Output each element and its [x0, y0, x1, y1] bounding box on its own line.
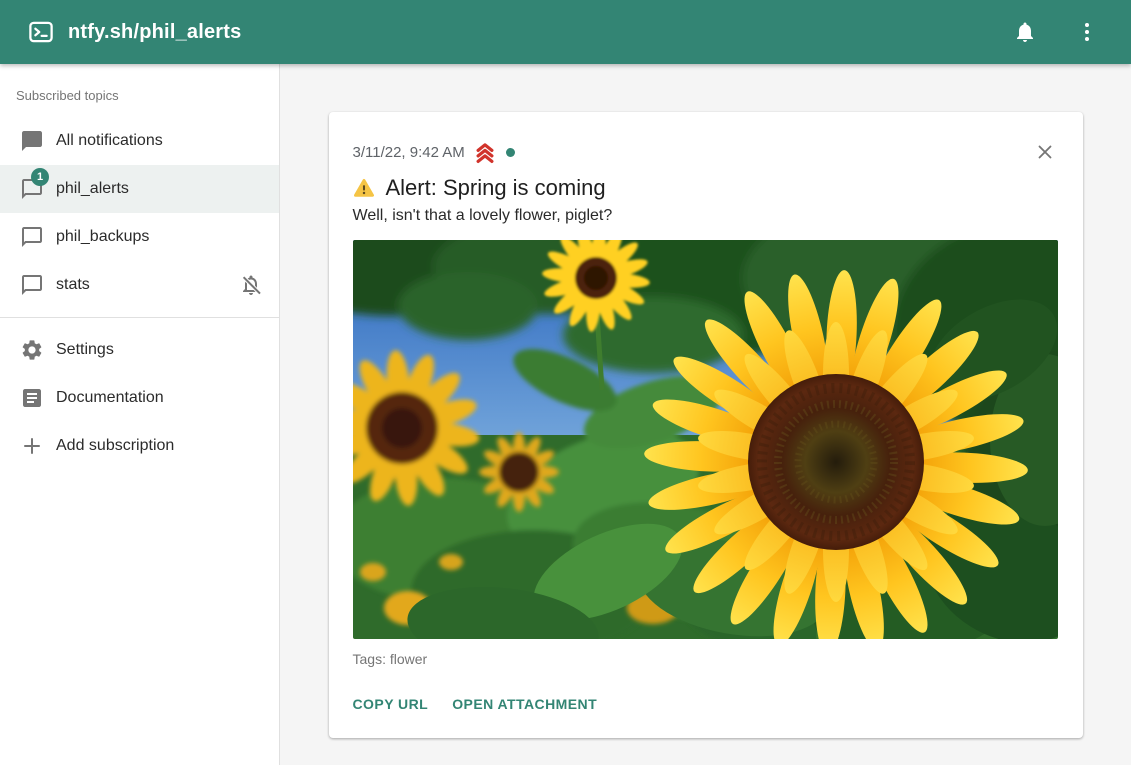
- notification-timestamp: 3/11/22, 9:42 AM: [353, 144, 465, 161]
- chat-bubble-outline-icon: [20, 273, 44, 297]
- notification-header: 3/11/22, 9:42 AM: [353, 138, 1059, 166]
- appbar-actions: [1007, 14, 1105, 50]
- article-icon: [20, 386, 44, 410]
- sidebar-item-all-notifications[interactable]: All notifications: [0, 117, 279, 165]
- notification-title-row: Alert: Spring is coming: [353, 175, 1059, 201]
- sidebar-item-label: phil_alerts: [56, 180, 129, 198]
- sidebar-item-label: Documentation: [56, 389, 164, 407]
- sidebar-item-settings[interactable]: Settings: [0, 326, 279, 374]
- close-icon: [1034, 141, 1056, 163]
- plus-icon: [20, 434, 44, 458]
- app-bar: ntfy.sh/phil_alerts: [0, 0, 1131, 64]
- chat-bubble-filled-icon: [20, 129, 44, 153]
- bell-icon: [1013, 20, 1037, 44]
- kebab-menu-icon: [1075, 20, 1099, 44]
- notification-tags: Tags: flower: [353, 651, 1059, 667]
- notification-actions: COPY URL OPEN ATTACHMENT: [353, 688, 1059, 720]
- notification-title: Alert: Spring is coming: [386, 175, 606, 201]
- ntfy-logo-terminal-icon: [28, 19, 54, 45]
- sidebar-item-label: Settings: [56, 341, 114, 359]
- ntfy-app: ntfy.sh/phil_alerts Subscribed topics: [0, 0, 1131, 765]
- warning-emoji-icon: [353, 177, 375, 199]
- sidebar-item-label: stats: [56, 276, 90, 294]
- gear-icon: [20, 338, 44, 362]
- unread-count-badge: 1: [31, 168, 49, 186]
- attachment-image-sunflower-photo[interactable]: [353, 240, 1058, 639]
- sidebar-item-add-subscription[interactable]: Add subscription: [0, 422, 279, 470]
- subscribed-topics-header: Subscribed topics: [0, 72, 279, 117]
- sidebar: Subscribed topics All notifications 1 ph…: [0, 64, 280, 765]
- unread-dot-icon: [506, 148, 515, 157]
- notification-card: 3/11/22, 9:42 AM: [329, 112, 1083, 738]
- sidebar-divider: [0, 317, 279, 318]
- notifications-bell-button[interactable]: [1007, 14, 1043, 50]
- copy-url-button[interactable]: COPY URL: [353, 688, 435, 720]
- chat-bubble-outline-icon: [20, 225, 44, 249]
- sidebar-item-phil-alerts[interactable]: 1 phil_alerts: [0, 165, 279, 213]
- notifications-muted-icon: [239, 273, 263, 297]
- open-attachment-button[interactable]: OPEN ATTACHMENT: [452, 688, 603, 720]
- page-title: ntfy.sh/phil_alerts: [68, 21, 241, 44]
- priority-max-icon: [474, 141, 496, 163]
- overflow-menu-button[interactable]: [1069, 14, 1105, 50]
- notification-message: Well, isn't that a lovely flower, piglet…: [353, 207, 1059, 225]
- sidebar-item-documentation[interactable]: Documentation: [0, 374, 279, 422]
- main-area: 3/11/22, 9:42 AM: [280, 64, 1131, 765]
- sidebar-item-label: phil_backups: [56, 228, 149, 246]
- close-notification-button[interactable]: [1031, 138, 1059, 166]
- sidebar-item-stats[interactable]: stats: [0, 261, 279, 309]
- sidebar-item-label: Add subscription: [56, 437, 174, 455]
- sidebar-item-label: All notifications: [56, 132, 163, 150]
- sidebar-item-phil-backups[interactable]: phil_backups: [0, 213, 279, 261]
